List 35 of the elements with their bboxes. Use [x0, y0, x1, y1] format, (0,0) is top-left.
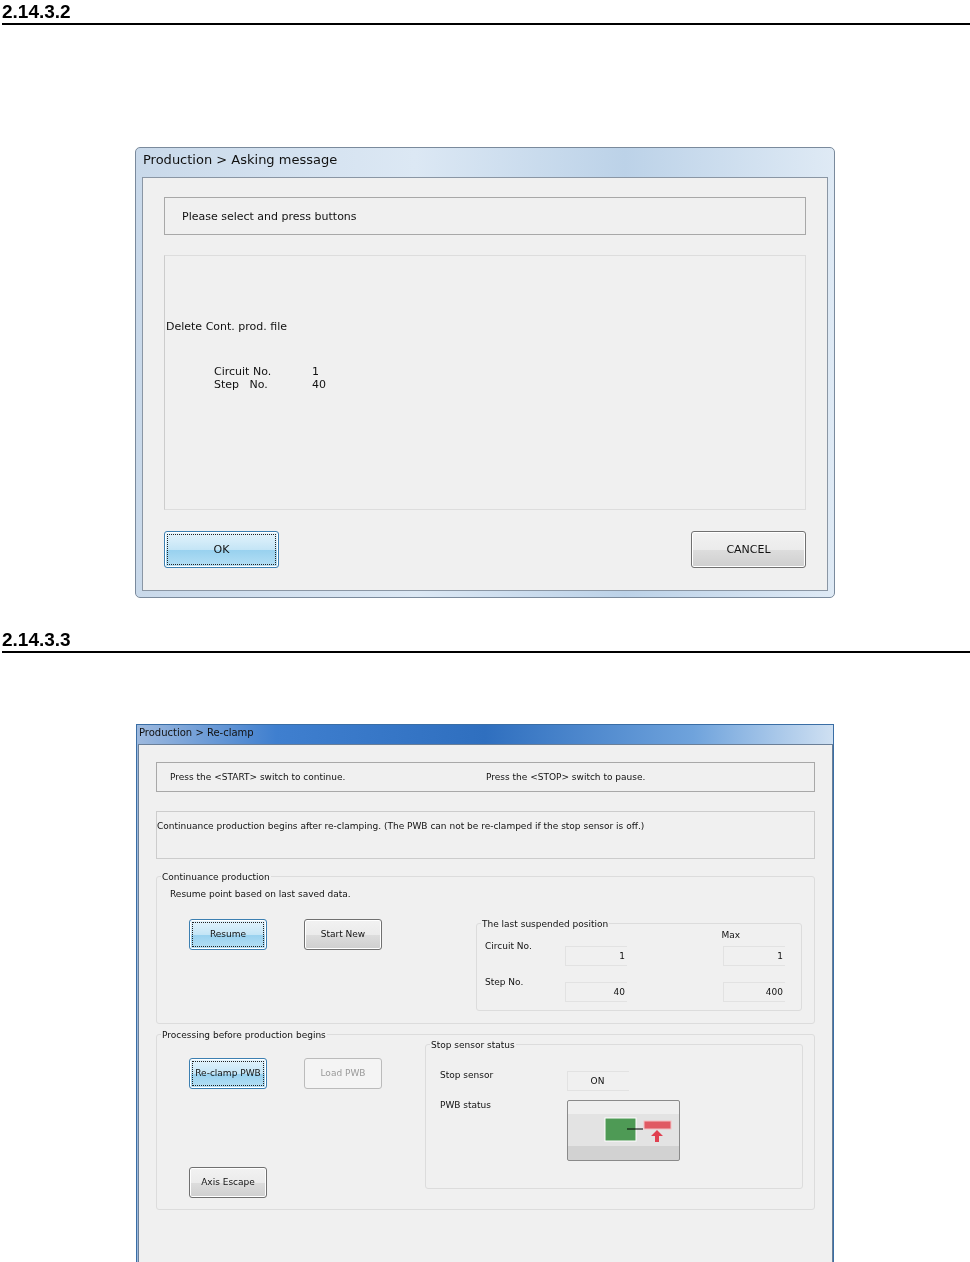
max-field: 1 — [723, 945, 785, 966]
section-heading: 2.14.3.2 — [2, 0, 71, 23]
field-label: Circuit No. — [485, 940, 533, 951]
group-label: Stop sensor status — [430, 1039, 516, 1050]
dialog-button[interactable]: Axis Escape — [189, 1166, 267, 1198]
message-text: Press the <START> switch to continue. — [170, 771, 347, 782]
info-text: Continuance production begins after re-clamping. (The PWB can not be re-clamped if the stop sensor is off.) — [157, 820, 645, 831]
max-field: 400 — [723, 981, 785, 1002]
field-label: PWB status — [440, 1099, 493, 1110]
pwb-clamp-drawing — [604, 1117, 674, 1144]
dialog-button[interactable]: Start New — [304, 918, 382, 950]
window-title: Production > Re-clamp — [139, 726, 254, 738]
field-label: Stop sensor — [440, 1069, 495, 1080]
dialog-button[interactable]: OK — [164, 531, 279, 568]
group-label: Continuance production — [161, 871, 271, 882]
column-label: Max — [721, 929, 740, 940]
group-label: Processing before production begins — [161, 1029, 327, 1040]
dialog-button[interactable]: Re-clamp PWB — [189, 1057, 267, 1089]
field-label: Step No. — [485, 976, 525, 987]
dialog-button[interactable]: CANCEL — [691, 531, 806, 568]
value-field: 40 — [565, 981, 627, 1002]
message-text: Press the <STOP> switch to pause. — [486, 771, 647, 782]
message-text: Please select and press buttons — [182, 209, 357, 223]
status-field: ON — [567, 1070, 629, 1091]
detail-label: Circuit No. — [214, 365, 273, 378]
note-text: Resume point based on last saved data. — [170, 888, 351, 899]
detail-value: 1 — [312, 365, 320, 378]
value-field: 1 — [565, 945, 627, 966]
dialog-button[interactable]: Resume — [189, 918, 267, 950]
section-heading: 2.14.3.3 — [2, 627, 71, 651]
detail-value: 40 — [312, 378, 327, 391]
body-title: Delete Cont. prod. file — [166, 320, 289, 333]
detail-label: Step No. — [214, 378, 269, 391]
group-label: The last suspended position — [481, 918, 610, 929]
window-title: Production > Asking message — [143, 152, 338, 167]
